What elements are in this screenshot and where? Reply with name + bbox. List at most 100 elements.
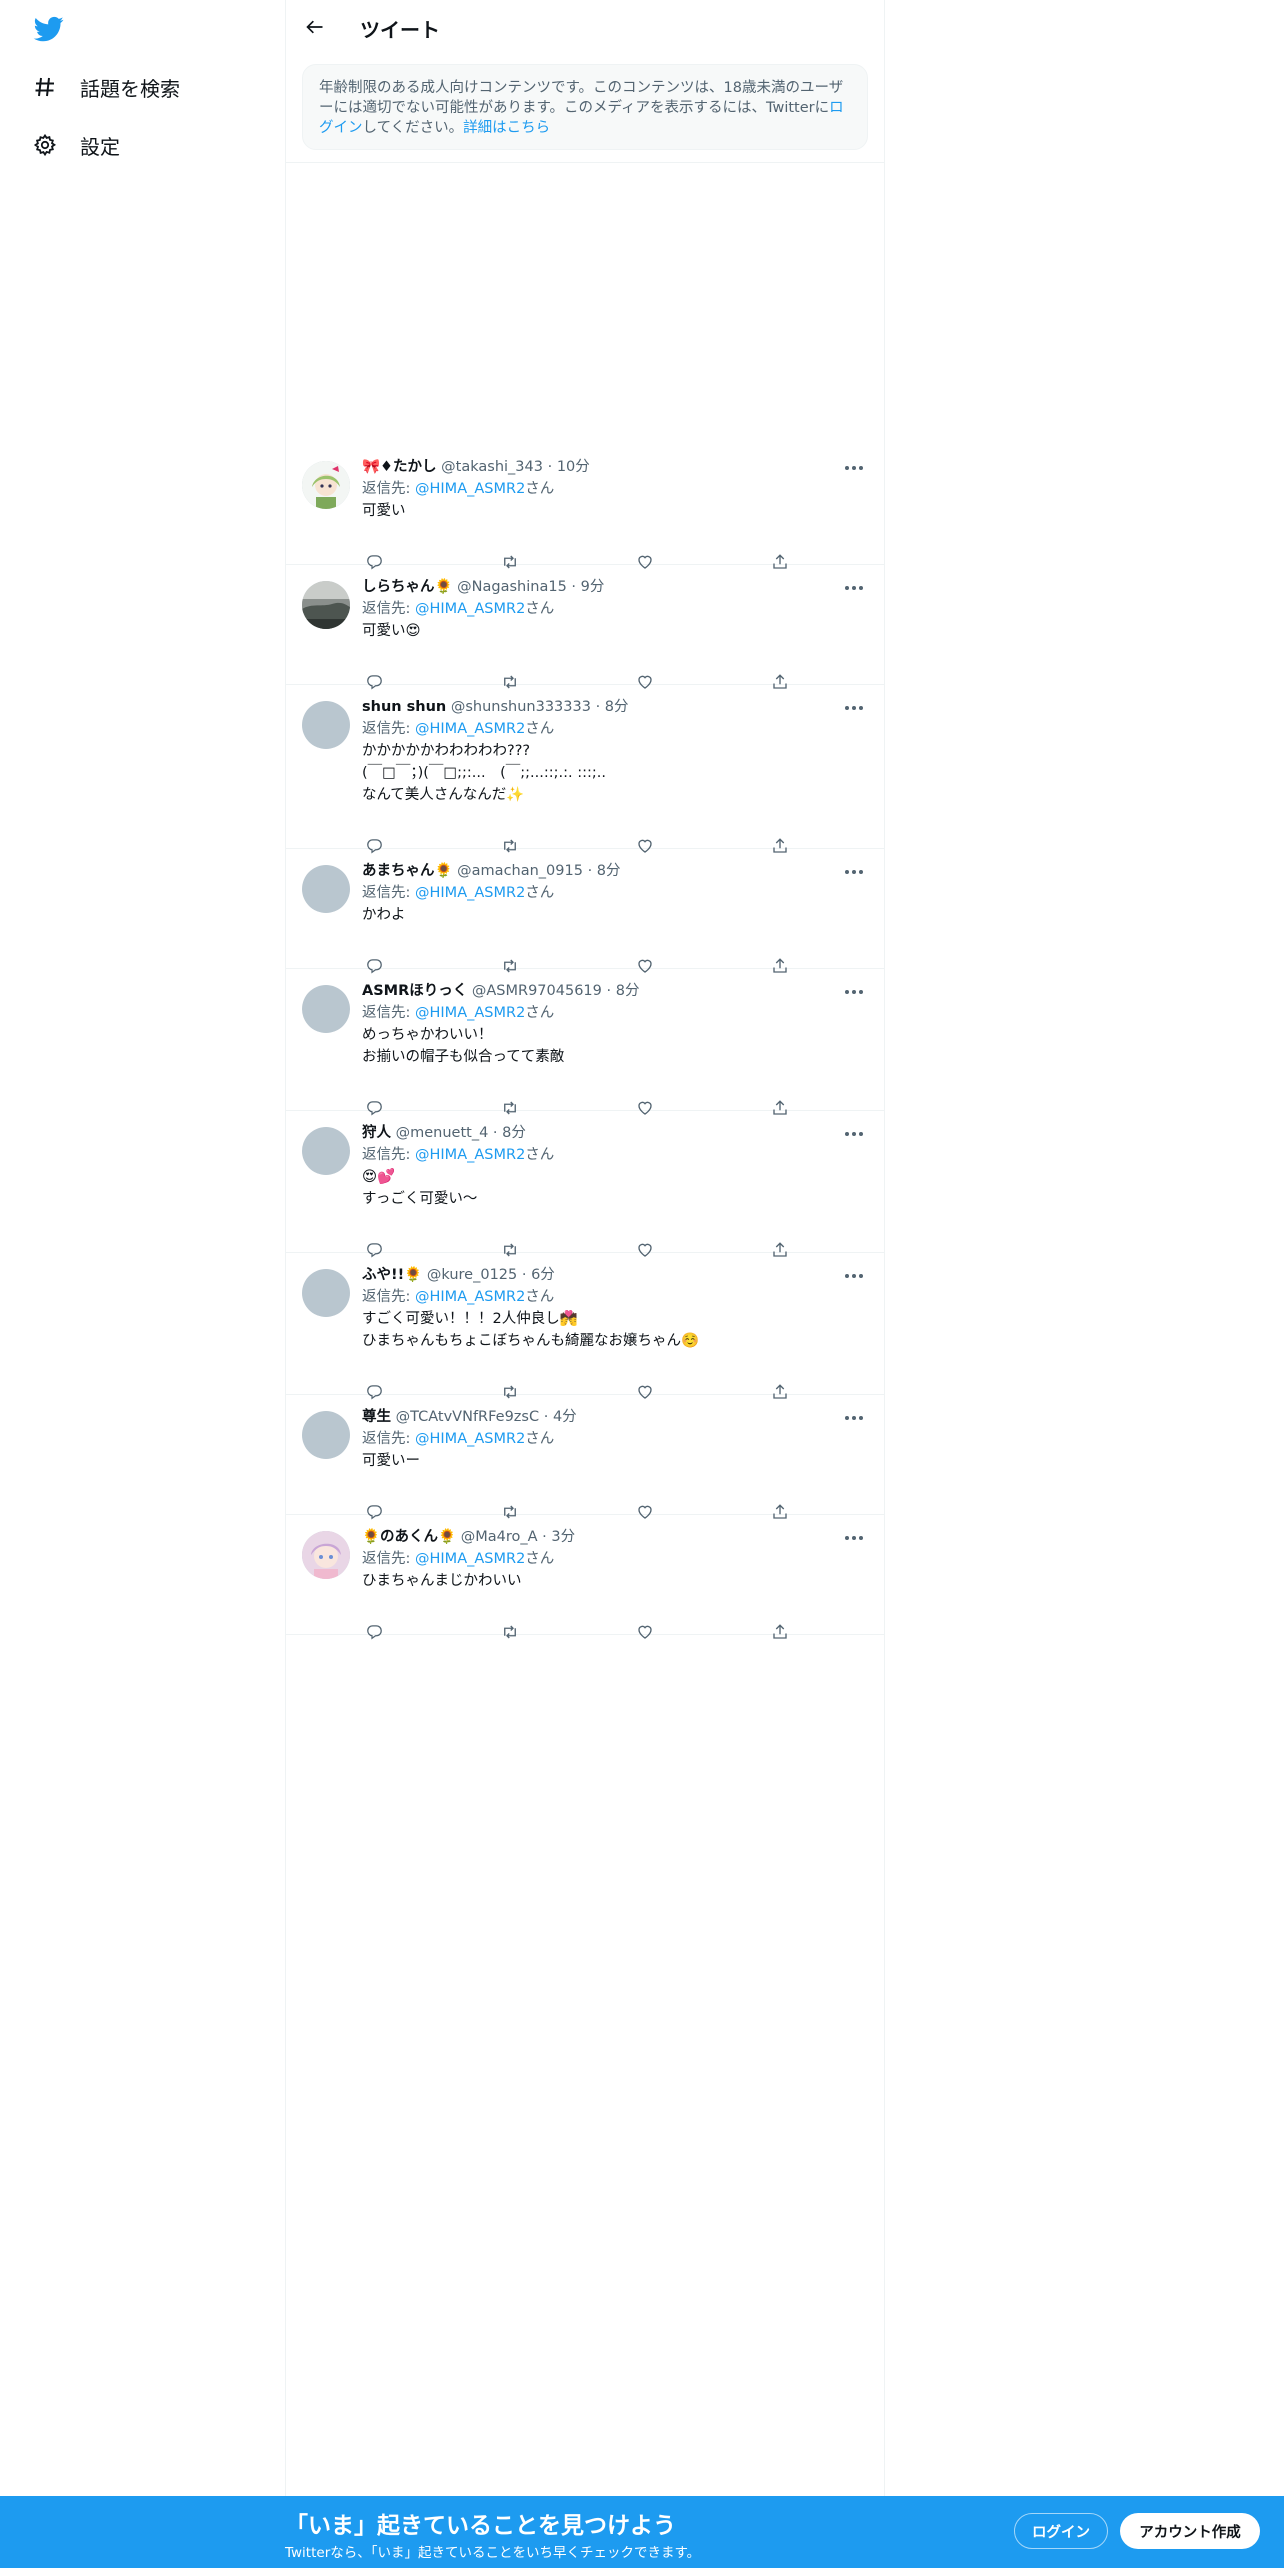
separator-dot: ·: [539, 1409, 553, 1425]
user-name[interactable]: 🎀♦たかし: [362, 459, 437, 475]
timestamp[interactable]: 6分: [531, 1267, 555, 1283]
nav-item-explore[interactable]: 話題を検索: [30, 67, 180, 107]
user-handle[interactable]: @menuett_4: [396, 1125, 489, 1141]
more-options-button[interactable]: [840, 1525, 868, 1549]
tweet[interactable]: 尊生 @TCAtvVNfRFe9zsC · 4分返信先: @HIMA_ASMR2…: [286, 1395, 884, 1520]
tweet[interactable]: 狩人 @menuett_4 · 8分 返信先: @HIMA_ASMR2さん 😍💕 す…: [286, 1111, 884, 1258]
mention-link[interactable]: @HIMA_ASMR2: [415, 1431, 525, 1447]
divider: [286, 162, 884, 163]
tweet[interactable]: ASMRほりっく @ASMR97045619 · 8分 返信先: @HIMA_AS…: [286, 969, 884, 1116]
timestamp[interactable]: 10分: [557, 459, 590, 475]
main-column: ツイート 年齢制限のある成人向けコンテンツです。このコンテンツは、18歳未満のユ…: [285, 0, 885, 2568]
reply-prefix: 返信先:: [362, 601, 415, 617]
mention-link[interactable]: @HIMA_ASMR2: [415, 1289, 525, 1305]
user-name[interactable]: 狩人: [362, 1125, 391, 1141]
avatar[interactable]: [302, 581, 350, 629]
user-name[interactable]: 🌻のあくん🌻: [362, 1529, 456, 1545]
reply-prefix: 返信先:: [362, 1551, 415, 1567]
user-name[interactable]: ふや!!🌻: [362, 1267, 422, 1283]
tweet-text: 😍💕 すっごく可愛い〜: [362, 1169, 478, 1207]
user-handle[interactable]: @ASMR97045619: [472, 983, 602, 999]
user-handle[interactable]: @takashi_343: [441, 459, 543, 475]
reply-prefix: 返信先:: [362, 885, 415, 901]
timestamp[interactable]: 8分: [616, 983, 640, 999]
share-button[interactable]: [768, 1622, 792, 1646]
more-options-button[interactable]: [840, 1263, 868, 1287]
user-handle[interactable]: @kure_0125: [427, 1267, 517, 1283]
more-options-button[interactable]: [840, 1405, 868, 1429]
retweet-button[interactable]: [498, 1622, 522, 1646]
reply-to: 返信先: @HIMA_ASMR2さん: [362, 1144, 868, 1166]
reply-to: 返信先: @HIMA_ASMR2さん: [362, 718, 868, 740]
mention-link[interactable]: @HIMA_ASMR2: [415, 481, 525, 497]
mention-link[interactable]: @HIMA_ASMR2: [415, 601, 525, 617]
tweet-meta: 尊生 @TCAtvVNfRFe9zsC · 4分: [362, 1406, 868, 1428]
user-name[interactable]: ASMRほりっく: [362, 983, 467, 999]
timestamp[interactable]: 9分: [581, 579, 605, 595]
login-button[interactable]: ログイン: [1014, 2513, 1108, 2549]
mention-link[interactable]: @HIMA_ASMR2: [415, 1551, 525, 1567]
user-handle[interactable]: @Ma4ro_A: [461, 1529, 538, 1545]
tweet[interactable]: あまちゃん🌻 @amachan_0915 · 8分 返信先: @HIMA_ASMR…: [286, 849, 884, 974]
tweet[interactable]: ふや!!🌻 @kure_0125 · 6分 返信先: @HIMA_ASMR2さんす…: [286, 1253, 884, 1400]
user-handle[interactable]: @Nagashina15: [457, 579, 567, 595]
tweet[interactable]: shun shun @shunshun333333 · 8分返信先: @HIMA…: [286, 685, 884, 854]
timestamp[interactable]: 8分: [502, 1125, 526, 1141]
reply-suffix: さん: [525, 1289, 555, 1305]
avatar[interactable]: [302, 865, 350, 913]
reply-button[interactable]: [362, 1622, 386, 1646]
reply-prefix: 返信先:: [362, 1431, 415, 1447]
nav-item-settings[interactable]: 設定: [30, 125, 120, 165]
user-handle[interactable]: @TCAtvVNfRFe9zsC: [396, 1409, 540, 1425]
banner-title: 「いま」起きていることを見つけよう: [285, 2513, 676, 2539]
separator-dot: ·: [601, 983, 616, 999]
avatar[interactable]: [302, 461, 350, 509]
more-options-button[interactable]: [840, 979, 868, 1003]
tweet[interactable]: 🌻のあくん🌻 @Ma4ro_A · 3分 返信先: @HIMA_ASMR2さん ひま…: [286, 1515, 884, 1640]
signup-button[interactable]: アカウント作成: [1120, 2513, 1260, 2549]
more-options-button[interactable]: [840, 695, 868, 719]
avatar[interactable]: [302, 1127, 350, 1175]
timestamp[interactable]: 8分: [605, 699, 629, 715]
timestamp[interactable]: 4分: [553, 1409, 577, 1425]
tweet-body: ASMRほりっく @ASMR97045619 · 8分 返信先: @HIMA_AS…: [362, 980, 868, 1068]
like-button[interactable]: [633, 1622, 657, 1646]
more-options-button[interactable]: [840, 859, 868, 883]
user-handle[interactable]: @shunshun333333: [451, 699, 591, 715]
more-dots-icon: [844, 1408, 864, 1426]
mention-link[interactable]: @HIMA_ASMR2: [415, 1147, 525, 1163]
mention-link[interactable]: @HIMA_ASMR2: [415, 1005, 525, 1021]
mention-link[interactable]: @HIMA_ASMR2: [415, 885, 525, 901]
avatar[interactable]: [302, 1531, 350, 1579]
user-handle[interactable]: @amachan_0915: [457, 863, 583, 879]
reply-icon: [366, 1623, 383, 1645]
more-dots-icon: [844, 578, 864, 596]
tweet[interactable]: 🎀♦たかし @takashi_343 · 10分 返信先: @HIMA_ASMR2…: [286, 445, 884, 570]
more-options-button[interactable]: [840, 455, 868, 479]
avatar[interactable]: [302, 1411, 350, 1459]
notice-text-2: してください。: [362, 120, 464, 136]
avatar[interactable]: [302, 1269, 350, 1317]
avatar[interactable]: [302, 985, 350, 1033]
more-options-button[interactable]: [840, 575, 868, 599]
separator-dot: ·: [590, 699, 605, 715]
mention-link[interactable]: @HIMA_ASMR2: [415, 721, 525, 737]
user-name[interactable]: 尊生: [362, 1409, 391, 1425]
user-name[interactable]: shun shun: [362, 699, 446, 715]
tweet-meta: 🎀♦たかし @takashi_343 · 10分: [362, 456, 868, 478]
tweet[interactable]: しらちゃん🌻 @Nagashina15 · 9分 返信先: @HIMA_ASMR2…: [286, 565, 884, 690]
user-name[interactable]: しらちゃん🌻: [362, 579, 453, 595]
sensitive-content-notice: 年齢制限のある成人向けコンテンツです。このコンテンツは、18歳未満のユーザーには…: [302, 64, 868, 150]
twitter-bird-icon[interactable]: [33, 14, 65, 44]
more-options-button[interactable]: [840, 1121, 868, 1145]
learn-more-link[interactable]: 詳細はこちら: [463, 120, 550, 136]
separator-dot: ·: [517, 1267, 532, 1283]
reply-suffix: さん: [525, 885, 555, 901]
timestamp[interactable]: 8分: [597, 863, 621, 879]
tweet-meta: ASMRほりっく @ASMR97045619 · 8分: [362, 980, 868, 1002]
user-name[interactable]: あまちゃん🌻: [362, 863, 453, 879]
tweet-text: めっちゃかわいい！ お揃いの帽子も似合ってて素敵: [362, 1027, 565, 1065]
back-button[interactable]: [300, 12, 330, 42]
avatar[interactable]: [302, 701, 350, 749]
timestamp[interactable]: 3分: [551, 1529, 575, 1545]
